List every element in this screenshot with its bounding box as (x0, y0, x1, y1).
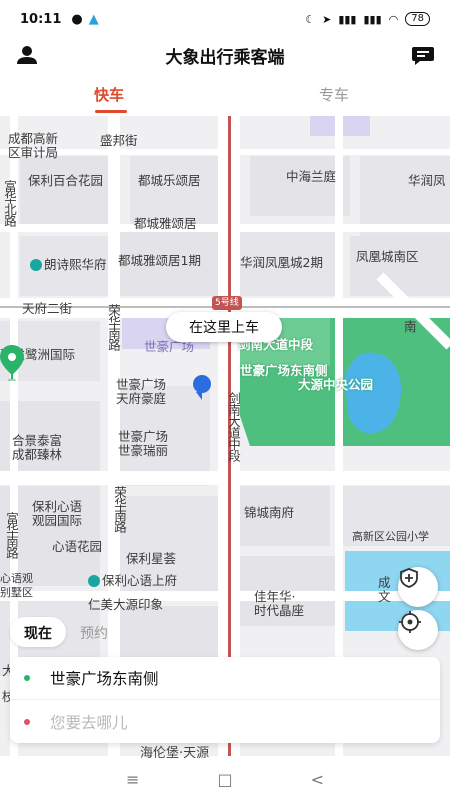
tab-indicator (95, 110, 127, 113)
map-label: 南 (404, 319, 417, 334)
system-icons: ☾ ➤ ▮▮▮ ▮▮▮ ◠ 78 (305, 12, 430, 26)
location-icon: ➤ (322, 12, 332, 26)
service-tabs: 快车 专车 (0, 80, 450, 116)
tab-premium[interactable]: 专车 (319, 84, 349, 105)
notification-icons: ● ▲ (71, 12, 98, 27)
map-label: 保利心语上府 (88, 574, 177, 588)
map-label: 5号线 (212, 296, 242, 310)
shield-icon (400, 568, 418, 588)
app-notification-icon: ▲ (88, 11, 99, 27)
map-label: 合景泰富 成都臻林 (12, 433, 63, 462)
poi-icon (88, 575, 100, 587)
map-label: 朗诗熙华府 (30, 258, 107, 272)
map-label-text: 保利心语上府 (102, 573, 178, 588)
map-label: 华润凤凰城2期 (240, 255, 323, 270)
map-label: 剑南大道中段 (226, 392, 241, 461)
battery-icon: 78 (405, 12, 430, 26)
map-label: 荣华南路 (112, 486, 127, 532)
message-icon (412, 47, 434, 65)
wifi-icon: ◠ (388, 12, 399, 26)
user-icon (17, 46, 37, 64)
user-profile-button[interactable] (14, 43, 40, 67)
poi-icon (30, 259, 42, 271)
pickup-bubble[interactable]: 在这里上车 (166, 312, 282, 342)
map-label: 世豪广场 (144, 339, 195, 354)
map-label: 富华北路 (2, 180, 17, 226)
map-label: 保利心语 观园国际 (32, 499, 83, 528)
tab-reserve[interactable]: 预约 (66, 617, 122, 647)
map-label: 都城乐颂居 (138, 173, 201, 188)
tab-now[interactable]: 现在 (10, 617, 66, 647)
map-label: 仁美大源印象 (88, 597, 164, 612)
crosshair-icon (399, 611, 421, 633)
map-label: 成都高新 区审计局 (8, 131, 59, 160)
map-label: 都城雅颂居1期 (118, 253, 201, 268)
page-title: 大象出行乘客端 (165, 47, 285, 68)
map-label: 保利星荟 (126, 551, 177, 566)
time-tabs: 现在 预约 (10, 617, 122, 647)
safety-button[interactable] (398, 567, 438, 607)
tab-express[interactable]: 快车 (94, 84, 124, 105)
status-bar: 10:11 ● ▲ ☾ ➤ ▮▮▮ ▮▮▮ ◠ 78 (0, 0, 450, 38)
destination-input[interactable]: 您要去哪儿 (10, 700, 440, 743)
map-label: 世豪广场 天府豪庭 (116, 377, 167, 406)
wechat-icon: ● (71, 11, 83, 27)
map-label: 盛邦街 (100, 133, 138, 148)
map-label: 天府二街 (22, 301, 73, 316)
pickup-dot-icon (24, 675, 30, 681)
locate-button[interactable] (398, 610, 438, 650)
pickup-address-row[interactable]: 世豪广场东南侧 (10, 657, 440, 700)
map-label: 荣华南路 (106, 304, 121, 350)
moon-icon: ☾ (305, 12, 316, 26)
system-nav-bar: ≡ □ < (0, 758, 450, 800)
status-time: 10:11 (20, 11, 62, 27)
map-label: 世豪广场 世豪瑞丽 (118, 429, 169, 458)
map-label: 佳年华· 时代晶座 (254, 589, 305, 618)
map-label: 都城雅颂居 (134, 216, 197, 231)
map-label: 世豪广场东南侧 (240, 363, 328, 378)
map-label: 华润凤 (408, 173, 446, 188)
map-label: 成 文 (378, 575, 391, 604)
map-label: 心语观 别墅区 (0, 572, 33, 599)
messages-button[interactable] (410, 43, 436, 67)
my-location-icon (193, 375, 211, 400)
pickup-address: 世豪广场东南侧 (50, 670, 159, 688)
map-label: 保利百合花园 (28, 173, 104, 188)
pickup-pin-icon[interactable] (0, 345, 24, 381)
back-nav-icon[interactable]: < (311, 770, 324, 789)
menu-nav-icon[interactable]: ≡ (126, 770, 139, 789)
map-label: 高新区公园小学 (352, 530, 429, 543)
address-card: 世豪广场东南侧 您要去哪儿 (10, 657, 440, 743)
signal-icon-2: ▮▮▮ (363, 12, 382, 26)
map-label-text: 朗诗熙华府 (44, 257, 107, 272)
map-label: 中海兰庭 (286, 169, 337, 184)
signal-icon: ▮▮▮ (338, 12, 357, 26)
map-label: 大源中央公园 (298, 377, 374, 392)
map-label: 凤凰城南区 (356, 249, 419, 264)
map-label: 锦城南府 (244, 505, 295, 520)
destination-dot-icon (24, 718, 30, 725)
home-nav-icon[interactable]: □ (217, 770, 232, 789)
map-label: 富华南路 (4, 512, 19, 558)
app-header: 大象出行乘客端 (0, 38, 450, 72)
destination-placeholder: 您要去哪儿 (50, 713, 128, 732)
map-label: 心语花园 (52, 539, 103, 554)
